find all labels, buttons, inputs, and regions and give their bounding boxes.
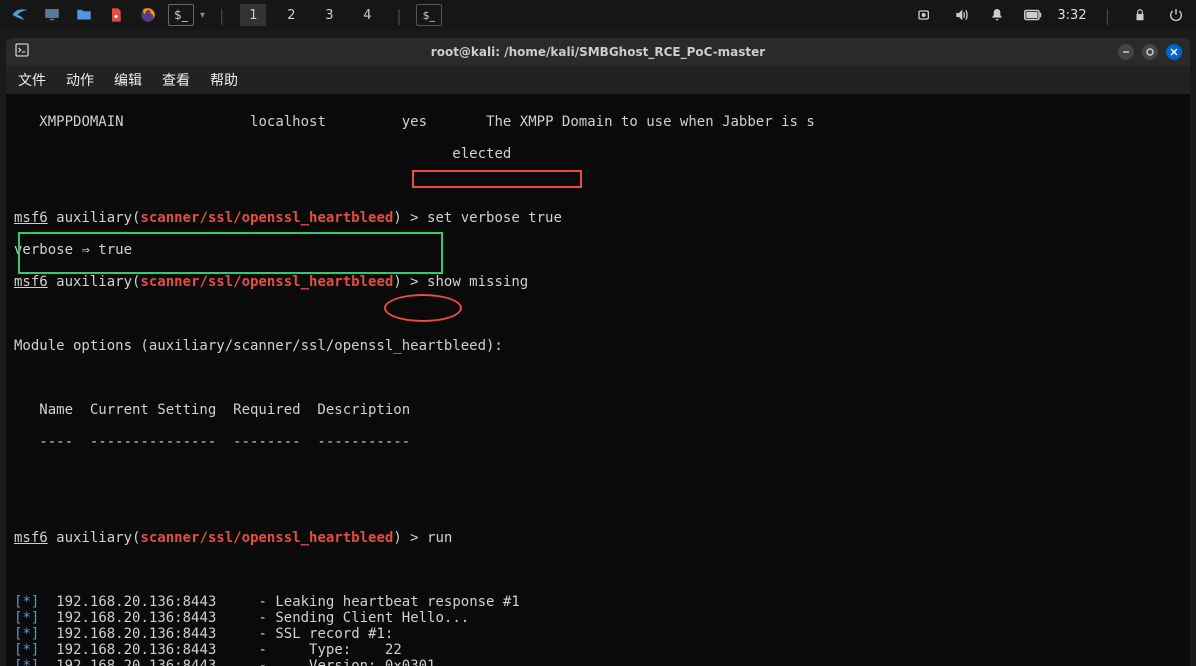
battery-icon[interactable] bbox=[1021, 3, 1045, 27]
window-title: root@kali: /home/kali/SMBGhost_RCE_PoC-m… bbox=[431, 45, 765, 59]
window-titlebar[interactable]: root@kali: /home/kali/SMBGhost_RCE_PoC-m… bbox=[6, 38, 1190, 66]
menu-action[interactable]: 动作 bbox=[66, 70, 94, 90]
close-button[interactable] bbox=[1166, 44, 1182, 60]
maximize-button[interactable] bbox=[1142, 44, 1158, 60]
clock[interactable]: 3:32 bbox=[1057, 8, 1086, 23]
panel-left: $_ ▾ | 1 2 3 4 | $_ bbox=[8, 3, 442, 27]
record-icon[interactable] bbox=[913, 3, 937, 27]
notifications-icon[interactable] bbox=[985, 3, 1009, 27]
output-line: [*] 192.168.20.136:8443 - SSL record #1: bbox=[14, 626, 1182, 642]
menu-view[interactable]: 查看 bbox=[162, 70, 190, 90]
output-line: [*] 192.168.20.136:8443 - Sending Client… bbox=[14, 610, 1182, 626]
line-modopts: Module options (auxiliary/scanner/ssl/op… bbox=[14, 338, 1182, 354]
panel-separator-3: | bbox=[1099, 6, 1116, 25]
menu-help[interactable]: 帮助 bbox=[210, 70, 238, 90]
terminal-dropdown-icon[interactable]: ▾ bbox=[200, 10, 205, 21]
terminal-output[interactable]: XMPPDOMAIN localhost yes The XMPP Domain… bbox=[6, 94, 1190, 666]
output-line: [*] 192.168.20.136:8443 - Version: 0×030… bbox=[14, 658, 1182, 666]
workspace-4[interactable]: 4 bbox=[354, 4, 380, 26]
workspace-1[interactable]: 1 bbox=[240, 4, 266, 26]
line-xmpp1: XMPPDOMAIN localhost yes The XMPP Domain… bbox=[14, 114, 1182, 130]
firefox-icon[interactable] bbox=[136, 3, 160, 27]
taskbar-terminal-icon[interactable]: $_ bbox=[416, 4, 442, 26]
window-menu-icon[interactable] bbox=[14, 42, 30, 62]
kali-menu-icon[interactable] bbox=[8, 3, 32, 27]
window-buttons bbox=[1118, 44, 1182, 60]
line-blank5 bbox=[14, 498, 1182, 514]
line-blank3 bbox=[14, 370, 1182, 386]
menu-edit[interactable]: 编辑 bbox=[114, 70, 142, 90]
terminal-window: root@kali: /home/kali/SMBGhost_RCE_PoC-m… bbox=[6, 38, 1190, 666]
line-headers: Name Current Setting Required Descriptio… bbox=[14, 402, 1182, 418]
menu-file[interactable]: 文件 bbox=[18, 70, 46, 90]
line-headers-u: ---- --------------- -------- ----------… bbox=[14, 434, 1182, 450]
lock-icon[interactable] bbox=[1128, 3, 1152, 27]
line-blank4 bbox=[14, 466, 1182, 482]
workspace-3[interactable]: 3 bbox=[316, 4, 342, 26]
line-xmpp2: elected bbox=[14, 146, 1182, 162]
volume-icon[interactable] bbox=[949, 3, 973, 27]
files-icon[interactable] bbox=[72, 3, 96, 27]
top-panel: $_ ▾ | 1 2 3 4 | $_ 3:32 | bbox=[0, 0, 1196, 30]
panel-separator: | bbox=[213, 6, 230, 25]
desktop-icon[interactable] bbox=[40, 3, 64, 27]
line-prompt-setverbose: msf6 auxiliary(scanner/ssl/openssl_heart… bbox=[14, 210, 1182, 226]
line-blank6 bbox=[14, 562, 1182, 578]
panel-right: 3:32 | bbox=[913, 3, 1188, 27]
line-blank2 bbox=[14, 306, 1182, 322]
workspace-2[interactable]: 2 bbox=[278, 4, 304, 26]
panel-separator-2: | bbox=[390, 6, 407, 25]
line-prompt-run: msf6 auxiliary(scanner/ssl/openssl_heart… bbox=[14, 530, 1182, 546]
output-line: [*] 192.168.20.136:8443 - Leaking heartb… bbox=[14, 594, 1182, 610]
line-verbose-out: verbose ⇒ true bbox=[14, 242, 1182, 258]
terminal-launcher-icon[interactable]: $_ bbox=[168, 4, 194, 26]
line-blank1 bbox=[14, 178, 1182, 194]
power-icon[interactable] bbox=[1164, 3, 1188, 27]
editor-icon[interactable] bbox=[104, 3, 128, 27]
line-prompt-showmissing: msf6 auxiliary(scanner/ssl/openssl_heart… bbox=[14, 274, 1182, 290]
minimize-button[interactable] bbox=[1118, 44, 1134, 60]
menu-bar: 文件 动作 编辑 查看 帮助 bbox=[6, 66, 1190, 94]
output-line: [*] 192.168.20.136:8443 - Type: 22 bbox=[14, 642, 1182, 658]
